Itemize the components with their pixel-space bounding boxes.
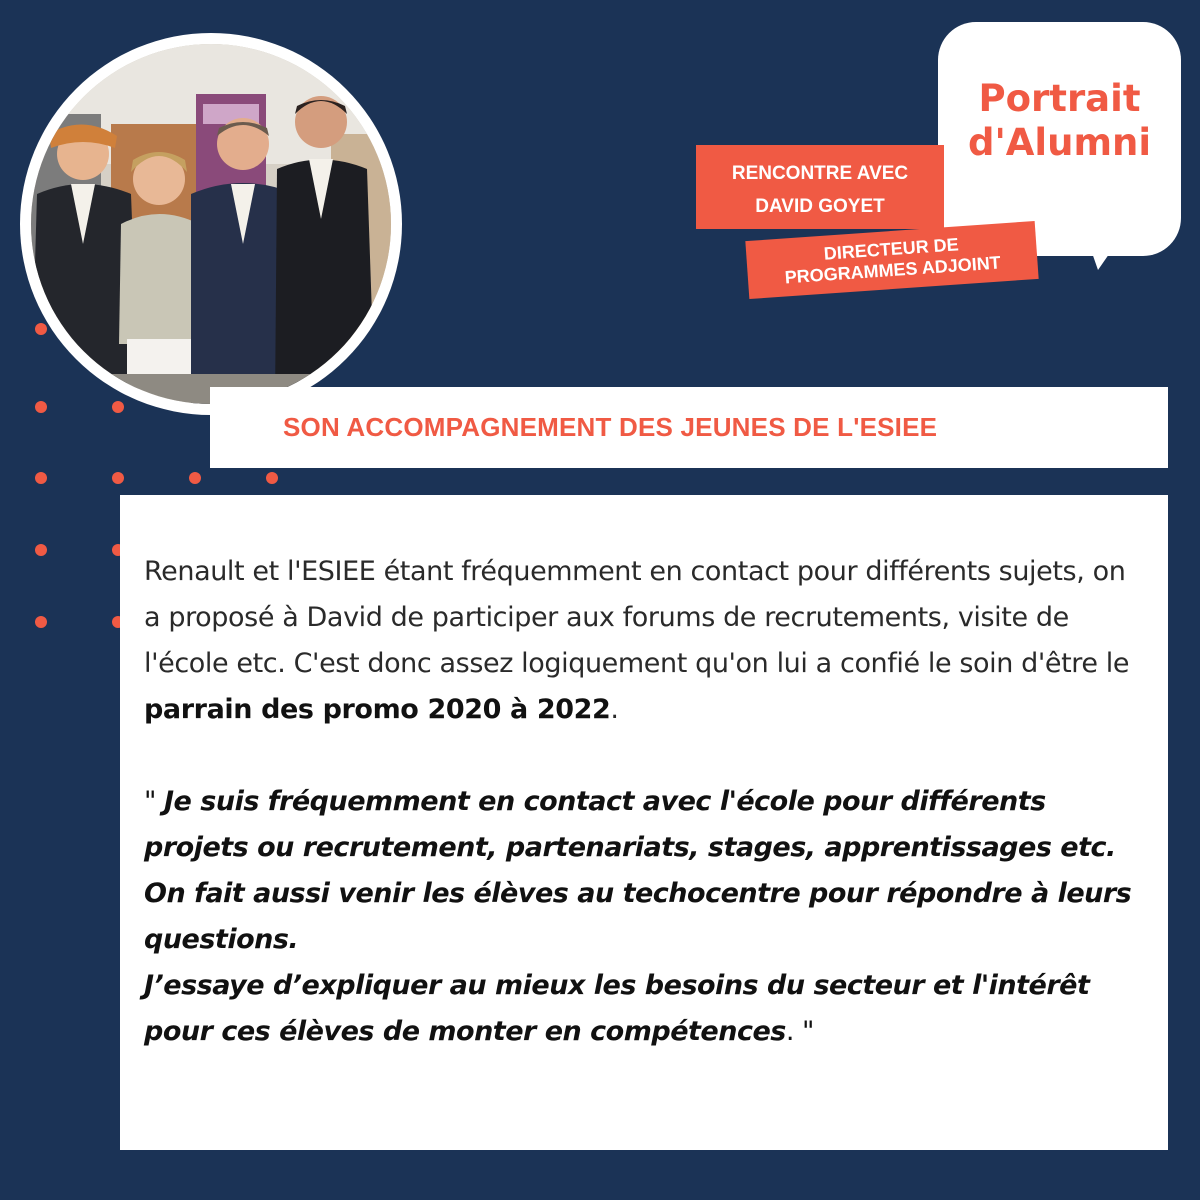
portrait-title-line1: Portrait: [978, 77, 1141, 120]
intro-end: .: [610, 694, 619, 725]
intro-paragraph: Renault et l'ESIEE étant fréquemment en …: [144, 549, 1142, 733]
decorative-dot: [35, 472, 47, 484]
content-panel: Renault et l'ESIEE étant fréquemment en …: [120, 495, 1168, 1150]
section-title: SON ACCOMPAGNEMENT DES JEUNES DE L'ESIEE: [210, 387, 1168, 468]
intro-highlight: parrain des promo 2020 à 2022: [144, 694, 611, 725]
quote-close: . ": [785, 1016, 815, 1047]
portrait-title: Portrait d'Alumni: [938, 77, 1181, 165]
name-tag-line1: RENCONTRE AVEC: [731, 163, 909, 184]
intro-text: Renault et l'ESIEE étant fréquemment en …: [144, 556, 1130, 679]
decorative-dot: [35, 616, 47, 628]
decorative-dot: [112, 472, 124, 484]
decorative-dot: [112, 401, 124, 413]
role-tag: DIRECTEUR DE PROGRAMMES ADJOINT: [745, 220, 1039, 300]
decorative-dot: [35, 323, 47, 335]
portrait-photo: [31, 44, 391, 404]
decorative-dot: [266, 472, 278, 484]
decorative-dot: [35, 401, 47, 413]
name-tag: RENCONTRE AVEC DAVID GOYET: [696, 145, 944, 229]
decorative-dot: [35, 544, 47, 556]
quote-text-part2: J’essaye d’expliquer au mieux les besoin…: [144, 970, 1090, 1047]
quote-text-part2-wrapper: J’essaye d’expliquer au mieux les besoin…: [144, 963, 1142, 1055]
name-tag-line2: DAVID GOYET: [755, 196, 885, 217]
quote-paragraph: " Je suis fréquemment en contact avec l'…: [144, 779, 1142, 1055]
quote-open: ": [144, 786, 165, 817]
portrait-title-line2: d'Alumni: [967, 121, 1152, 164]
quote-text-part1: Je suis fréquemment en contact avec l'éc…: [144, 786, 1132, 955]
decorative-dot: [189, 472, 201, 484]
